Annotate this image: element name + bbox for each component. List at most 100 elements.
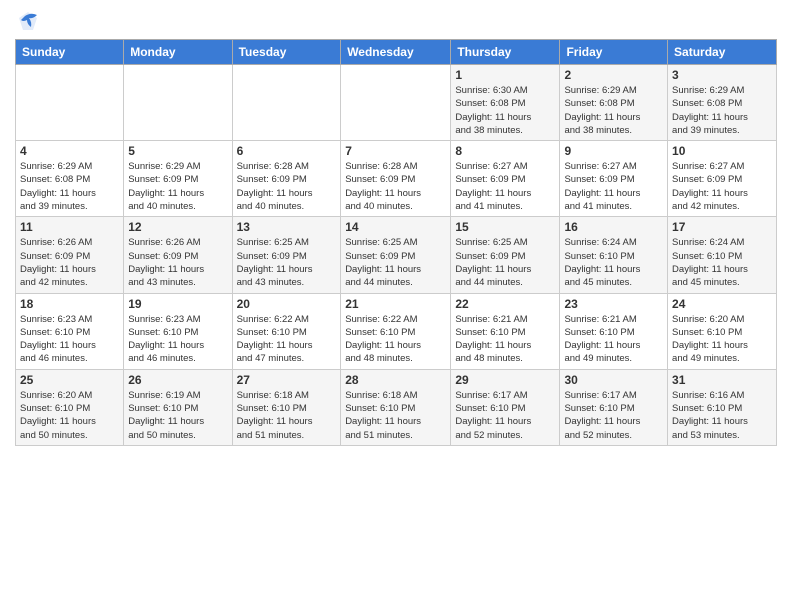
calendar-cell: 2 Sunrise: 6:29 AM Sunset: 6:08 PM Daylig… xyxy=(560,65,668,141)
calendar-cell: 29 Sunrise: 6:17 AM Sunset: 6:10 PM Dayli… xyxy=(451,369,560,445)
calendar-cell: 17 Sunrise: 6:24 AM Sunset: 6:10 PM Dayli… xyxy=(668,217,777,293)
calendar-cell xyxy=(232,65,341,141)
day-number: 19 xyxy=(128,297,227,311)
calendar-cell: 28 Sunrise: 6:18 AM Sunset: 6:10 PM Dayli… xyxy=(341,369,451,445)
day-info: Sunrise: 6:30 AM Sunset: 6:08 PM Dayligh… xyxy=(455,84,555,137)
day-number: 1 xyxy=(455,68,555,82)
calendar-cell: 7 Sunrise: 6:28 AM Sunset: 6:09 PM Daylig… xyxy=(341,141,451,217)
day-info: Sunrise: 6:28 AM Sunset: 6:09 PM Dayligh… xyxy=(237,160,337,213)
column-header-saturday: Saturday xyxy=(668,40,777,65)
day-info: Sunrise: 6:23 AM Sunset: 6:10 PM Dayligh… xyxy=(128,313,227,366)
day-info: Sunrise: 6:24 AM Sunset: 6:10 PM Dayligh… xyxy=(564,236,663,289)
day-info: Sunrise: 6:27 AM Sunset: 6:09 PM Dayligh… xyxy=(455,160,555,213)
calendar-week-row: 4 Sunrise: 6:29 AM Sunset: 6:08 PM Daylig… xyxy=(16,141,777,217)
calendar-cell: 20 Sunrise: 6:22 AM Sunset: 6:10 PM Dayli… xyxy=(232,293,341,369)
calendar-cell: 3 Sunrise: 6:29 AM Sunset: 6:08 PM Daylig… xyxy=(668,65,777,141)
calendar-cell: 21 Sunrise: 6:22 AM Sunset: 6:10 PM Dayli… xyxy=(341,293,451,369)
day-number: 30 xyxy=(564,373,663,387)
day-info: Sunrise: 6:29 AM Sunset: 6:08 PM Dayligh… xyxy=(564,84,663,137)
calendar-cell: 26Sunrise: 6:19 AM Sunset: 6:10 PM Dayli… xyxy=(124,369,232,445)
calendar-cell: 23 Sunrise: 6:21 AM Sunset: 6:10 PM Dayli… xyxy=(560,293,668,369)
day-number: 7 xyxy=(345,144,446,158)
day-number: 28 xyxy=(345,373,446,387)
day-number: 13 xyxy=(237,220,337,234)
day-info: Sunrise: 6:18 AM Sunset: 6:10 PM Dayligh… xyxy=(237,389,337,442)
calendar-cell: 5Sunrise: 6:29 AM Sunset: 6:09 PM Daylig… xyxy=(124,141,232,217)
day-number: 22 xyxy=(455,297,555,311)
calendar: SundayMondayTuesdayWednesdayThursdayFrid… xyxy=(15,39,777,446)
day-info: Sunrise: 6:26 AM Sunset: 6:09 PM Dayligh… xyxy=(128,236,227,289)
day-number: 8 xyxy=(455,144,555,158)
day-info: Sunrise: 6:22 AM Sunset: 6:10 PM Dayligh… xyxy=(345,313,446,366)
day-number: 4 xyxy=(20,144,119,158)
day-number: 31 xyxy=(672,373,772,387)
day-info: Sunrise: 6:20 AM Sunset: 6:10 PM Dayligh… xyxy=(672,313,772,366)
day-info: Sunrise: 6:25 AM Sunset: 6:09 PM Dayligh… xyxy=(455,236,555,289)
day-info: Sunrise: 6:16 AM Sunset: 6:10 PM Dayligh… xyxy=(672,389,772,442)
day-number: 2 xyxy=(564,68,663,82)
column-header-sunday: Sunday xyxy=(16,40,124,65)
calendar-week-row: 11 Sunrise: 6:26 AM Sunset: 6:09 PM Dayli… xyxy=(16,217,777,293)
calendar-cell: 31 Sunrise: 6:16 AM Sunset: 6:10 PM Dayli… xyxy=(668,369,777,445)
day-number: 12 xyxy=(128,220,227,234)
day-number: 11 xyxy=(20,220,119,234)
day-info: Sunrise: 6:25 AM Sunset: 6:09 PM Dayligh… xyxy=(345,236,446,289)
day-number: 24 xyxy=(672,297,772,311)
column-header-friday: Friday xyxy=(560,40,668,65)
day-info: Sunrise: 6:22 AM Sunset: 6:10 PM Dayligh… xyxy=(237,313,337,366)
day-info: Sunrise: 6:18 AM Sunset: 6:10 PM Dayligh… xyxy=(345,389,446,442)
day-number: 17 xyxy=(672,220,772,234)
calendar-week-row: 25 Sunrise: 6:20 AM Sunset: 6:10 PM Dayli… xyxy=(16,369,777,445)
logo xyxy=(15,10,39,33)
day-number: 9 xyxy=(564,144,663,158)
day-info: Sunrise: 6:20 AM Sunset: 6:10 PM Dayligh… xyxy=(20,389,119,442)
day-info: Sunrise: 6:23 AM Sunset: 6:10 PM Dayligh… xyxy=(20,313,119,366)
column-header-thursday: Thursday xyxy=(451,40,560,65)
day-number: 26 xyxy=(128,373,227,387)
calendar-week-row: 1 Sunrise: 6:30 AM Sunset: 6:08 PM Daylig… xyxy=(16,65,777,141)
calendar-cell: 13 Sunrise: 6:25 AM Sunset: 6:09 PM Dayli… xyxy=(232,217,341,293)
calendar-cell: 12 Sunrise: 6:26 AM Sunset: 6:09 PM Dayli… xyxy=(124,217,232,293)
day-info: Sunrise: 6:29 AM Sunset: 6:08 PM Dayligh… xyxy=(672,84,772,137)
calendar-cell: 27 Sunrise: 6:18 AM Sunset: 6:10 PM Dayli… xyxy=(232,369,341,445)
calendar-week-row: 18Sunrise: 6:23 AM Sunset: 6:10 PM Dayli… xyxy=(16,293,777,369)
day-number: 15 xyxy=(455,220,555,234)
day-number: 14 xyxy=(345,220,446,234)
day-info: Sunrise: 6:21 AM Sunset: 6:10 PM Dayligh… xyxy=(455,313,555,366)
day-number: 20 xyxy=(237,297,337,311)
calendar-cell: 11 Sunrise: 6:26 AM Sunset: 6:09 PM Dayli… xyxy=(16,217,124,293)
day-info: Sunrise: 6:29 AM Sunset: 6:08 PM Dayligh… xyxy=(20,160,119,213)
day-info: Sunrise: 6:28 AM Sunset: 6:09 PM Dayligh… xyxy=(345,160,446,213)
day-number: 3 xyxy=(672,68,772,82)
calendar-cell: 4 Sunrise: 6:29 AM Sunset: 6:08 PM Daylig… xyxy=(16,141,124,217)
calendar-cell: 19 Sunrise: 6:23 AM Sunset: 6:10 PM Dayli… xyxy=(124,293,232,369)
day-number: 16 xyxy=(564,220,663,234)
day-info: Sunrise: 6:27 AM Sunset: 6:09 PM Dayligh… xyxy=(564,160,663,213)
calendar-cell: 25 Sunrise: 6:20 AM Sunset: 6:10 PM Dayli… xyxy=(16,369,124,445)
calendar-cell: 30Sunrise: 6:17 AM Sunset: 6:10 PM Dayli… xyxy=(560,369,668,445)
day-info: Sunrise: 6:29 AM Sunset: 6:09 PM Dayligh… xyxy=(128,160,227,213)
calendar-cell: 15 Sunrise: 6:25 AM Sunset: 6:09 PM Dayli… xyxy=(451,217,560,293)
day-info: Sunrise: 6:26 AM Sunset: 6:09 PM Dayligh… xyxy=(20,236,119,289)
day-number: 6 xyxy=(237,144,337,158)
calendar-header-row: SundayMondayTuesdayWednesdayThursdayFrid… xyxy=(16,40,777,65)
day-number: 23 xyxy=(564,297,663,311)
column-header-tuesday: Tuesday xyxy=(232,40,341,65)
calendar-cell: 8 Sunrise: 6:27 AM Sunset: 6:09 PM Daylig… xyxy=(451,141,560,217)
calendar-cell: 14 Sunrise: 6:25 AM Sunset: 6:09 PM Dayli… xyxy=(341,217,451,293)
day-number: 27 xyxy=(237,373,337,387)
day-info: Sunrise: 6:24 AM Sunset: 6:10 PM Dayligh… xyxy=(672,236,772,289)
day-info: Sunrise: 6:21 AM Sunset: 6:10 PM Dayligh… xyxy=(564,313,663,366)
day-info: Sunrise: 6:17 AM Sunset: 6:10 PM Dayligh… xyxy=(455,389,555,442)
day-number: 25 xyxy=(20,373,119,387)
day-number: 29 xyxy=(455,373,555,387)
column-header-monday: Monday xyxy=(124,40,232,65)
calendar-cell: 1 Sunrise: 6:30 AM Sunset: 6:08 PM Daylig… xyxy=(451,65,560,141)
calendar-cell xyxy=(124,65,232,141)
day-number: 21 xyxy=(345,297,446,311)
header xyxy=(15,10,777,33)
calendar-cell: 16 Sunrise: 6:24 AM Sunset: 6:10 PM Dayli… xyxy=(560,217,668,293)
calendar-cell xyxy=(341,65,451,141)
calendar-cell: 24 Sunrise: 6:20 AM Sunset: 6:10 PM Dayli… xyxy=(668,293,777,369)
day-info: Sunrise: 6:25 AM Sunset: 6:09 PM Dayligh… xyxy=(237,236,337,289)
